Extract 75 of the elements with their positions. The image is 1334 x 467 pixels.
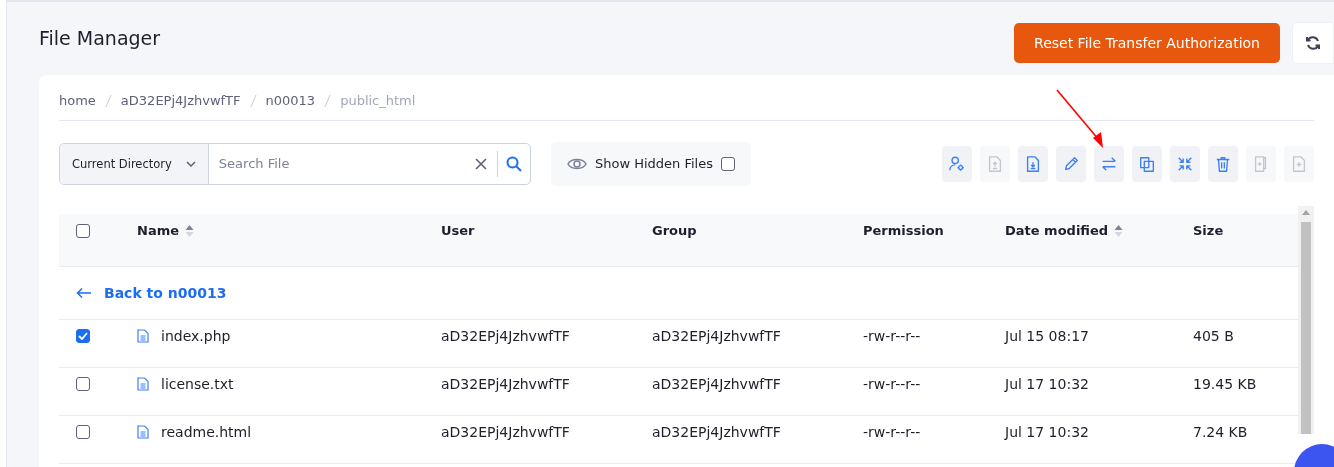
file-icon: [137, 376, 149, 391]
scroll-up-icon[interactable]: [1302, 210, 1310, 215]
copy-button[interactable]: [1132, 145, 1162, 182]
size-cell-text: 19.45 KB: [1193, 375, 1258, 392]
permission-cell-text: -rw-r--r--: [863, 327, 922, 344]
owner-icon: [948, 154, 966, 173]
eye-icon: [567, 156, 587, 171]
column-header: Permission: [863, 223, 944, 239]
date-cell-text: Jul 17 10:32: [1005, 375, 1090, 392]
search-field[interactable]: Current Directory Search File: [59, 142, 531, 185]
date-cell-text: Jul 17 10:32: [1005, 423, 1090, 440]
column-header[interactable]: Date modified: [1005, 223, 1109, 239]
breadcrumb-separator: [249, 93, 257, 108]
row-checkbox[interactable]: [76, 376, 90, 391]
move-button[interactable]: [1094, 145, 1124, 182]
user-cell-text: aD32EPj4JzhvwfTF: [441, 375, 571, 392]
group-cell-text: aD32EPj4JzhvwfTF: [652, 327, 782, 344]
column-header: Size: [1193, 223, 1224, 239]
user-cell-text: aD32EPj4JzhvwfTF: [441, 423, 571, 440]
sort-icon[interactable]: [1114, 223, 1124, 238]
permission-cell-text: -rw-r--r--: [863, 423, 922, 440]
select-all-checkbox[interactable]: [76, 223, 90, 238]
search-icon[interactable]: [506, 155, 522, 172]
user-cell-text: aD32EPj4JzhvwfTF: [441, 327, 571, 344]
row-checkbox[interactable]: [76, 328, 90, 343]
new-file-icon: [1290, 154, 1308, 173]
breadcrumb-item[interactable]: aD32EPj4JzhvwfTF: [120, 93, 241, 108]
back-arrow-icon[interactable]: [76, 287, 92, 299]
breadcrumb-item: public_html: [340, 93, 416, 108]
refresh-icon: [1305, 35, 1321, 51]
clear-icon[interactable]: [475, 157, 487, 170]
scope-dropdown[interactable]: Current Directory: [60, 143, 209, 184]
size-cell-text: 405 B: [1193, 327, 1235, 344]
file-icon: [137, 328, 149, 343]
column-header: User: [441, 223, 475, 239]
hidden-files-toggle[interactable]: Show Hidden Files: [551, 141, 751, 186]
download-button[interactable]: [1018, 145, 1048, 182]
row-checkbox[interactable]: [76, 424, 90, 439]
reset-authorization-button[interactable]: Reset File Transfer Authorization: [1014, 23, 1280, 63]
group-cell-text: aD32EPj4JzhvwfTF: [652, 375, 782, 392]
file-name[interactable]: index.php: [161, 327, 231, 344]
column-header: Group: [652, 223, 697, 239]
check-icon: [78, 331, 88, 340]
delete-button[interactable]: [1208, 145, 1238, 182]
compress-button[interactable]: [1170, 145, 1200, 182]
rename-icon: [1062, 154, 1080, 173]
rename-button[interactable]: [1056, 145, 1086, 182]
breadcrumb-separator: [104, 93, 112, 108]
owner-button[interactable]: [942, 145, 972, 182]
file-name[interactable]: license.txt: [161, 375, 234, 392]
download-icon: [1024, 154, 1042, 173]
chevron-down-icon: [185, 160, 196, 167]
size-cell-text: 7.24 KB: [1193, 423, 1249, 440]
file-row[interactable]: readme.html aD32EPj4JzhvwfTF aD32EPj4JzhvwfTF -rw-r--r-- Jul 17 10:32 7.24 KB: [59, 416, 1298, 464]
file-name[interactable]: readme.html: [161, 423, 252, 440]
file-row[interactable]: license.txt aD32EPj4JzhvwfTF aD32EPj4JzhvwfTF -rw-r--r-- Jul 17 10:32 19.45 KB: [59, 368, 1298, 416]
sort-icon[interactable]: [185, 223, 194, 238]
hidden-files-label: Show Hidden Files: [595, 156, 713, 171]
copy-icon: [1138, 154, 1156, 173]
breadcrumb-separator: [324, 93, 332, 108]
column-header[interactable]: Name: [137, 223, 179, 239]
upload-icon: [986, 154, 1004, 173]
delete-icon: [1214, 154, 1232, 173]
date-cell-text: Jul 15 08:17: [1005, 327, 1090, 344]
breadcrumb-item[interactable]: n00013: [265, 93, 316, 108]
breadcrumb-item[interactable]: home: [59, 93, 96, 108]
scrollbar[interactable]: [1298, 206, 1314, 434]
file-row[interactable]: index.php aD32EPj4JzhvwfTF aD32EPj4JzhvwfTF -rw-r--r-- Jul 15 08:17 405 B: [59, 320, 1298, 368]
back-link[interactable]: Back to n00013: [104, 285, 227, 301]
group-cell-text: aD32EPj4JzhvwfTF: [652, 423, 782, 440]
refresh-button[interactable]: [1292, 22, 1334, 64]
checkbox[interactable]: [721, 156, 735, 171]
file-icon: [137, 424, 149, 439]
permission-cell-text: -rw-r--r--: [863, 375, 922, 392]
page-title: File Manager: [39, 27, 162, 49]
